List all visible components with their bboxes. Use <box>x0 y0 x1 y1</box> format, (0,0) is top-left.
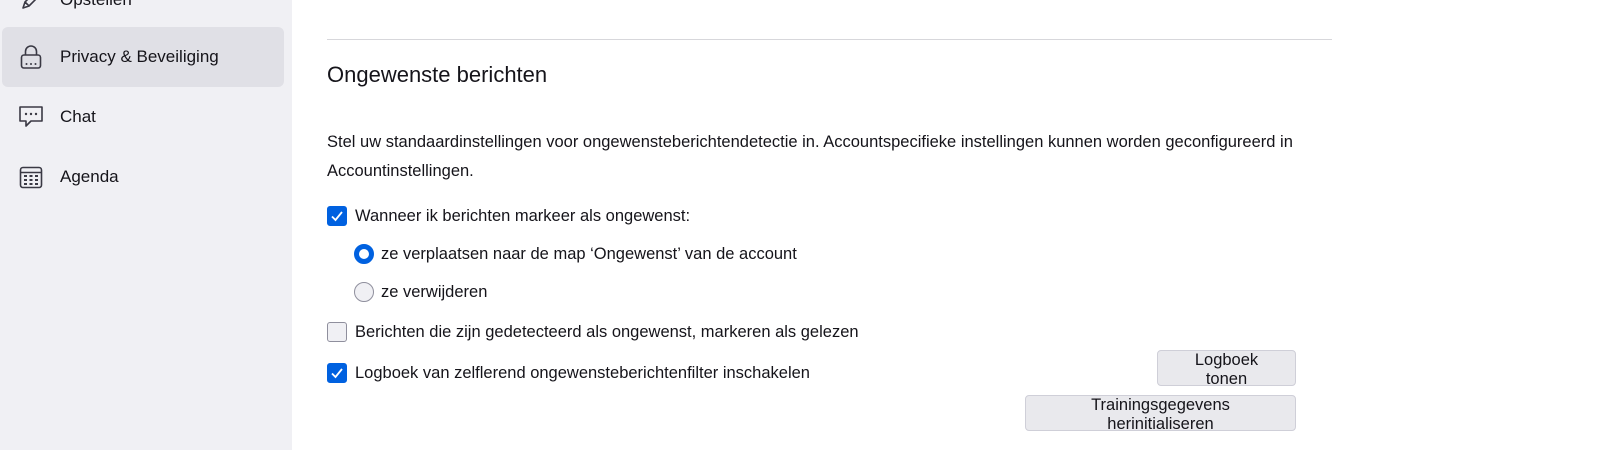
enable-logging-label: Logboek van zelflerend ongewenstebericht… <box>355 363 810 382</box>
show-log-button[interactable]: Logboek tonen <box>1157 350 1296 388</box>
mark-as-junk-label: Wanneer ik berichten markeer als ongewen… <box>355 206 691 225</box>
delete-label: ze verwijderen <box>381 282 488 301</box>
sidebar-item-label: Chat <box>60 107 96 126</box>
chat-bubble-icon <box>16 102 46 132</box>
move-to-junk-label: ze verplaatsen naar de map ‘Ongewenst’ v… <box>381 244 797 263</box>
enable-logging-checkbox-row[interactable]: Logboek van zelflerend ongewenstebericht… <box>327 363 810 383</box>
sidebar-item-label: Opstellen <box>60 0 132 10</box>
mark-read-checkbox-row[interactable]: Berichten die zijn gedetecteerd als onge… <box>327 322 859 342</box>
move-to-junk-radio-row[interactable]: ze verplaatsen naar de map ‘Ongewenst’ v… <box>354 244 797 264</box>
mark-read-label: Berichten die zijn gedetecteerd als onge… <box>355 322 859 341</box>
checkbox-unchecked-icon[interactable] <box>327 322 347 342</box>
section-description: Stel uw standaardinstellingen voor ongew… <box>327 133 1293 180</box>
section-title: Ongewenste berichten <box>327 62 548 87</box>
lock-icon <box>16 42 46 72</box>
sidebar: Opstellen Privacy & Beveiliging Chat Age… <box>0 0 292 450</box>
sidebar-item-chat[interactable]: Chat <box>2 87 284 147</box>
sidebar-item-opstellen[interactable]: Opstellen <box>2 0 284 30</box>
junk-settings-panel: Ongewenste berichten Stel uw standaardin… <box>292 0 1610 450</box>
radio-unselected-icon[interactable] <box>354 282 374 302</box>
delete-radio-row[interactable]: ze verwijderen <box>354 282 487 302</box>
sidebar-item-label: Privacy & Beveiliging <box>60 47 219 66</box>
mark-as-junk-checkbox-row[interactable]: Wanneer ik berichten markeer als ongewen… <box>327 206 690 226</box>
sidebar-item-label: Agenda <box>60 167 119 186</box>
radio-selected-icon[interactable] <box>354 244 374 264</box>
calendar-icon <box>16 162 46 192</box>
checkbox-checked-icon[interactable] <box>327 206 347 226</box>
pen-icon <box>16 0 46 15</box>
checkbox-checked-icon[interactable] <box>327 363 347 383</box>
sidebar-item-agenda[interactable]: Agenda <box>2 147 284 207</box>
section-divider <box>327 39 1332 40</box>
reset-training-data-button[interactable]: Trainingsgegevens herinitialiseren <box>1025 395 1296 433</box>
sidebar-item-privacy[interactable]: Privacy & Beveiliging <box>2 27 284 87</box>
